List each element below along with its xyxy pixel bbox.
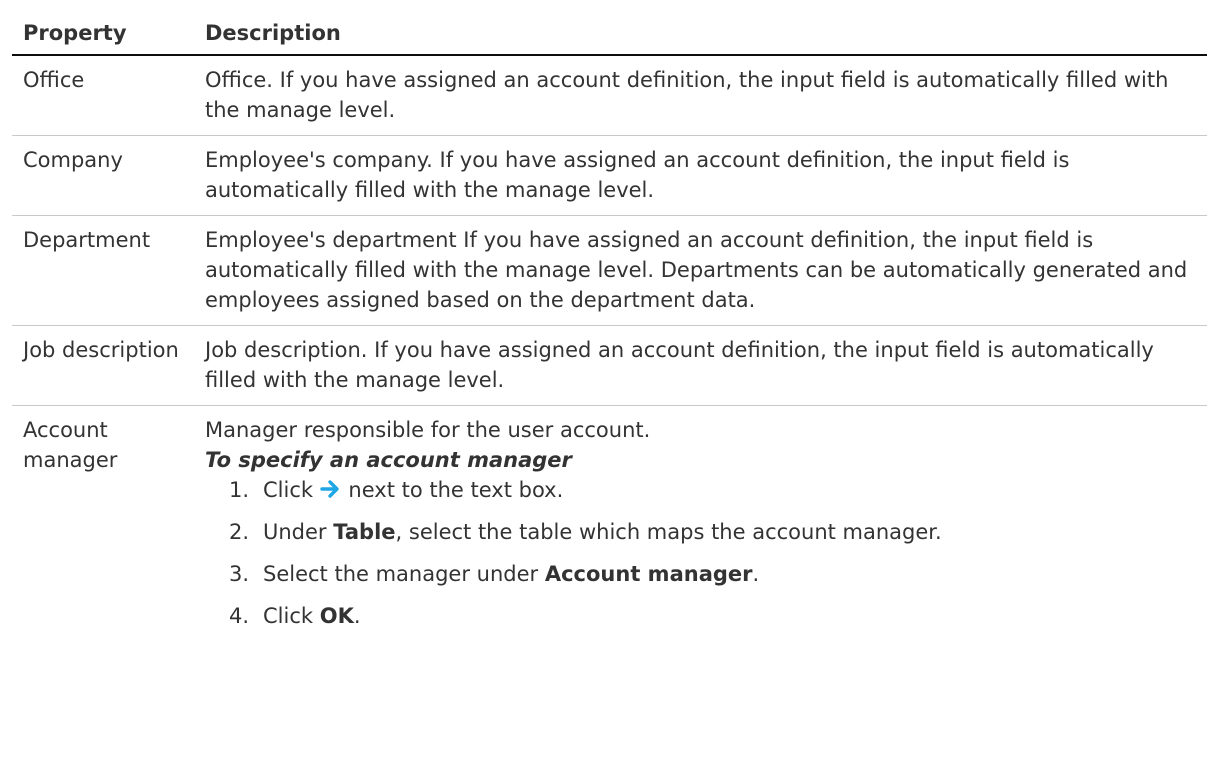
property-cell: Account manager [23, 418, 118, 472]
step-text: next to the text box. [348, 478, 564, 502]
procedure-title: To specify an account manager [205, 448, 572, 472]
step-item: Select the manager under Account manager… [229, 559, 1201, 589]
arrow-right-icon [320, 477, 342, 498]
table-row: Account manager Manager responsible for … [12, 406, 1207, 654]
step-item: Under Table, select the table which maps… [229, 517, 1201, 547]
ui-term: Table [333, 520, 396, 544]
description-text: Employee's department If you have assign… [205, 228, 1188, 312]
property-cell: Job description [12, 325, 205, 406]
step-text: . [353, 604, 361, 628]
step-text: Under [263, 520, 327, 544]
description-cell: Manager responsible for the user account… [205, 406, 1207, 654]
property-table: Property Description Office Office. If y… [12, 14, 1207, 653]
property-cell: Office [12, 55, 205, 136]
table-row: Company Employee's company. If you have … [12, 135, 1207, 216]
step-text: , select the table which maps the accoun… [395, 520, 942, 544]
table-row: Office Office. If you have assigned an a… [12, 55, 1207, 136]
ui-term: Account manager [544, 562, 753, 586]
header-description: Description [205, 14, 1207, 56]
description-text: Manager responsible for the user account… [205, 418, 651, 442]
step-text: . [752, 562, 760, 586]
table-row: Department Employee's department If you … [12, 215, 1207, 326]
table-row: Job description Job description. If you … [12, 325, 1207, 406]
document-page: Property Description Office Office. If y… [0, 0, 1215, 765]
description-cell: Employee's department If you have assign… [205, 215, 1207, 326]
header-property: Property [12, 14, 205, 56]
description-text: Employee's company. If you have assigned… [205, 148, 1070, 202]
description-text: Job description. If you have assigned an… [205, 338, 1154, 392]
property-cell: Company [12, 135, 205, 216]
arrow-right-icon-svg [320, 480, 339, 498]
step-text: Click [263, 478, 314, 502]
description-cell: Office. If you have assigned an account … [205, 55, 1207, 136]
step-text: Click [263, 604, 314, 628]
step-text: Select the manager under [263, 562, 539, 586]
step-item: Click OK. [229, 601, 1201, 631]
procedure-steps: Click next to the text box. Under Table,… [205, 475, 1201, 631]
table-header-row: Property Description [12, 14, 1207, 56]
description-cell: Employee's company. If you have assigned… [205, 135, 1207, 216]
ui-term: OK [319, 604, 354, 628]
step-item: Click next to the text box. [229, 475, 1201, 505]
description-text: Office. If you have assigned an account … [205, 68, 1169, 122]
property-cell: Department [12, 215, 205, 326]
description-cell: Job description. If you have assigned an… [205, 325, 1207, 406]
